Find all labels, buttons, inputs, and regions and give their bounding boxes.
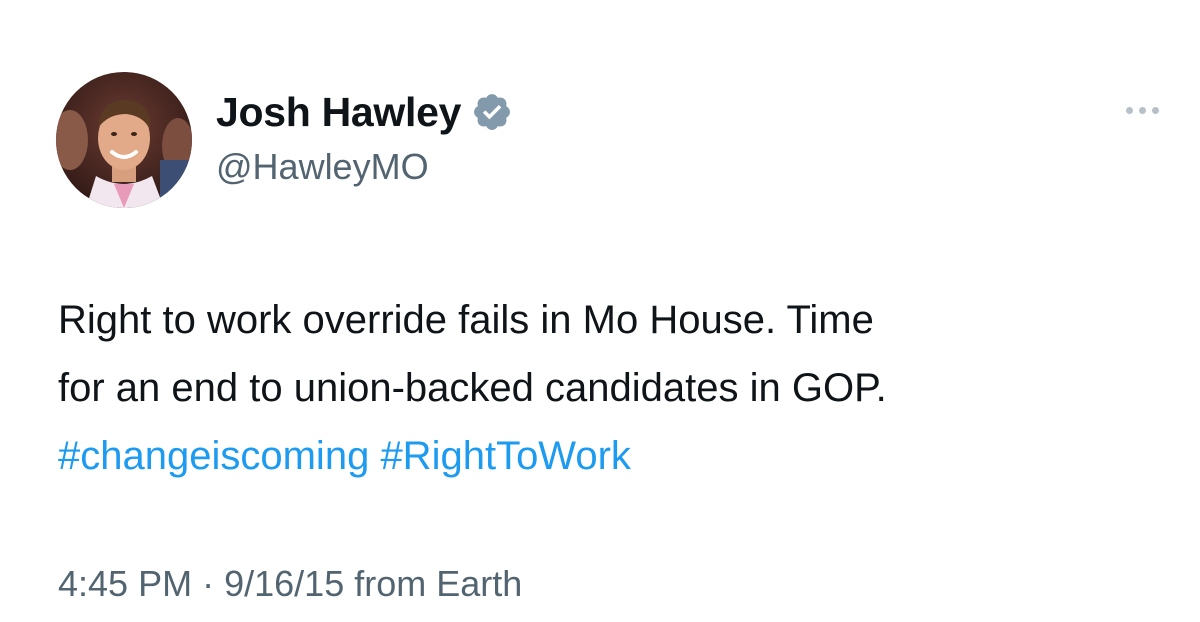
hashtag-link[interactable]: #changeiscoming: [58, 434, 369, 478]
more-options-button[interactable]: [1112, 90, 1172, 130]
tweet-date[interactable]: 9/16/15: [224, 563, 344, 604]
hashtag-link[interactable]: #RightToWork: [380, 434, 630, 478]
tweet-card: Josh Hawley @HawleyMO Right to work over…: [0, 0, 1200, 622]
display-name[interactable]: Josh Hawley: [216, 89, 461, 136]
more-dot-icon: [1138, 106, 1146, 114]
tweet-time[interactable]: 4:45 PM: [58, 563, 192, 604]
tweet-text: Right to work override fails in Mo House…: [58, 286, 1168, 490]
avatar-photo-icon: [56, 72, 192, 208]
hashtag-line: #changeiscoming #RightToWork: [58, 422, 1168, 490]
avatar[interactable]: [56, 72, 192, 208]
author-block: Josh Hawley @HawleyMO: [216, 84, 513, 188]
tweet-line: Right to work override fails in Mo House…: [58, 298, 874, 342]
name-row: Josh Hawley: [216, 84, 513, 140]
user-handle[interactable]: @HawleyMO: [216, 146, 513, 188]
tweet-line: for an end to union-backed candidates in…: [58, 366, 887, 410]
more-dot-icon: [1125, 106, 1133, 114]
tweet-source: from Earth: [354, 563, 523, 604]
tweet-meta: 4:45 PM · 9/16/15 from Earth: [58, 563, 522, 605]
meta-separator: ·: [202, 563, 215, 604]
verified-badge-icon: [471, 91, 513, 133]
more-dot-icon: [1151, 106, 1159, 114]
